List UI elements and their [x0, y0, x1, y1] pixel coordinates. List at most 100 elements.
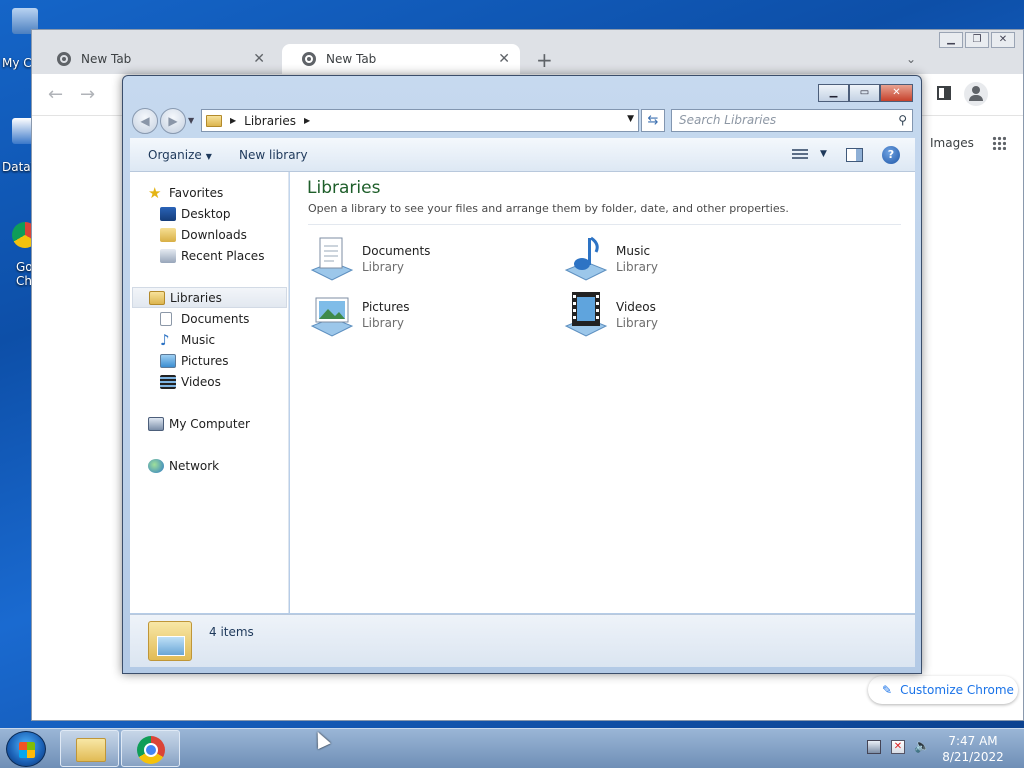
music-library-icon — [564, 236, 608, 281]
close-tab-icon[interactable]: ✕ — [498, 51, 510, 67]
tab-title: New Tab — [81, 52, 132, 66]
address-dropdown-icon[interactable]: ▼ — [627, 114, 634, 124]
view-options-chevron-icon[interactable]: ▼ — [820, 149, 827, 159]
taskbar-chrome-button[interactable] — [121, 730, 180, 767]
images-link[interactable]: Images — [930, 136, 974, 150]
back-button[interactable]: ◀ — [132, 108, 158, 134]
library-name: Music — [616, 244, 651, 258]
document-icon — [160, 311, 172, 326]
side-panel-icon[interactable] — [937, 86, 951, 100]
new-library-button[interactable]: New library — [239, 148, 308, 162]
nav-downloads[interactable]: Downloads — [160, 224, 247, 245]
breadcrumb-arrow-icon[interactable]: ▶ — [304, 116, 310, 125]
nav-music[interactable]: ♪ Music — [160, 329, 215, 350]
breadcrumb-libraries[interactable]: Libraries — [244, 114, 296, 128]
video-film-icon — [160, 374, 176, 389]
address-bar[interactable]: ▶ Libraries ▶ ▼ — [201, 109, 639, 132]
windows-logo-icon — [19, 742, 35, 758]
close-button[interactable]: ✕ — [991, 32, 1015, 48]
organize-label: Organize — [148, 148, 202, 162]
nav-videos[interactable]: Videos — [160, 371, 221, 392]
nav-favorites[interactable]: ★ Favorites — [148, 182, 223, 203]
help-icon[interactable]: ? — [882, 146, 900, 164]
divider — [308, 224, 901, 225]
network-icon — [148, 458, 164, 473]
search-input[interactable]: Search Libraries ⚲ — [671, 109, 913, 132]
nav-pictures[interactable]: Pictures — [160, 350, 229, 371]
recent-pages-chevron-icon[interactable]: ▼ — [188, 116, 194, 125]
library-documents[interactable]: Documents Library — [308, 234, 508, 284]
nav-desktop[interactable]: Desktop — [160, 203, 231, 224]
minimize-button[interactable]: ▁ — [939, 32, 963, 48]
chrome-tab-2[interactable]: New Tab ✕ — [282, 44, 520, 74]
organize-menu[interactable]: Organize ▼ — [148, 148, 212, 162]
customize-chrome-button[interactable]: ✎ Customize Chrome — [868, 676, 1018, 704]
breadcrumb-arrow-icon[interactable]: ▶ — [230, 116, 236, 125]
preview-pane-icon[interactable] — [846, 148, 863, 162]
nav-documents[interactable]: Documents — [160, 308, 249, 329]
profile-avatar-icon[interactable] — [964, 82, 988, 106]
library-name: Pictures — [362, 300, 410, 314]
library-name: Videos — [616, 300, 656, 314]
nav-label: Music — [181, 332, 216, 347]
nav-label: My Computer — [169, 416, 250, 431]
nav-label: Downloads — [181, 227, 247, 242]
network-tray-icon[interactable] — [867, 740, 881, 754]
music-note-icon: ♪ — [160, 330, 170, 349]
computer-icon — [148, 416, 164, 431]
google-apps-grid-icon[interactable] — [992, 136, 1006, 150]
history-buttons: ◀ ▶ — [132, 108, 186, 134]
action-center-flag-icon[interactable]: ✕ — [891, 740, 905, 754]
nav-label: Desktop — [181, 206, 231, 221]
forward-button[interactable]: ▶ — [160, 108, 186, 134]
refresh-button[interactable]: ⇆ — [641, 109, 665, 132]
tab-title: New Tab — [326, 52, 377, 66]
back-arrow-icon[interactable]: ← — [48, 84, 63, 105]
close-button[interactable]: ✕ — [880, 84, 913, 102]
library-name: Documents — [362, 244, 431, 258]
search-placeholder: Search Libraries — [679, 113, 777, 127]
chrome-favicon-icon — [57, 52, 71, 66]
nav-label: Documents — [181, 311, 250, 326]
nav-label: Libraries — [170, 290, 222, 305]
nav-label: Pictures — [181, 353, 229, 368]
nav-label: Videos — [181, 374, 221, 389]
folder-icon — [76, 738, 106, 762]
nav-network[interactable]: Network — [148, 455, 219, 476]
chrome-icon — [137, 736, 165, 764]
tab-search-chevron-icon[interactable]: ⌄ — [906, 52, 916, 66]
chrome-favicon-icon — [302, 52, 316, 66]
taskbar-explorer-button[interactable] — [60, 730, 119, 767]
library-type: Library — [362, 316, 404, 330]
close-tab-icon[interactable]: ✕ — [253, 51, 265, 67]
library-pictures[interactable]: Pictures Library — [308, 290, 508, 340]
clock-time: 7:47 AM — [948, 734, 998, 748]
search-icon[interactable]: ⚲ — [898, 113, 907, 127]
change-view-icon[interactable] — [792, 149, 808, 161]
forward-arrow-icon[interactable]: → — [80, 84, 95, 105]
library-music[interactable]: Music Library — [562, 234, 762, 284]
videos-library-icon — [564, 292, 608, 337]
libraries-content-pane: Libraries Open a library to see your fil… — [290, 172, 915, 613]
system-clock[interactable]: 7:47 AM 8/21/2022 — [940, 733, 1006, 765]
nav-label: Recent Places — [181, 248, 265, 263]
customize-label: Customize Chrome — [900, 683, 1014, 697]
nav-recent-places[interactable]: Recent Places — [160, 245, 264, 266]
clock-date: 8/21/2022 — [942, 750, 1004, 764]
nav-libraries[interactable]: Libraries — [132, 287, 287, 308]
maximize-button[interactable]: ▭ — [849, 84, 880, 102]
new-tab-button[interactable]: + — [536, 48, 553, 72]
downloads-folder-icon — [160, 227, 176, 242]
start-button[interactable] — [6, 731, 46, 767]
page-description: Open a library to see your files and arr… — [308, 202, 789, 215]
restore-button[interactable]: ❐ — [965, 32, 989, 48]
volume-icon[interactable]: 🔈 — [914, 740, 930, 754]
documents-library-icon — [310, 237, 354, 281]
nav-label: Network — [169, 458, 220, 473]
nav-label: Favorites — [169, 185, 224, 200]
chrome-tab-1[interactable]: New Tab ✕ — [37, 44, 275, 74]
minimize-button[interactable]: ▁ — [818, 84, 849, 102]
nav-my-computer[interactable]: My Computer — [148, 413, 250, 434]
star-icon: ★ — [148, 183, 162, 202]
library-videos[interactable]: Videos Library — [562, 290, 762, 340]
